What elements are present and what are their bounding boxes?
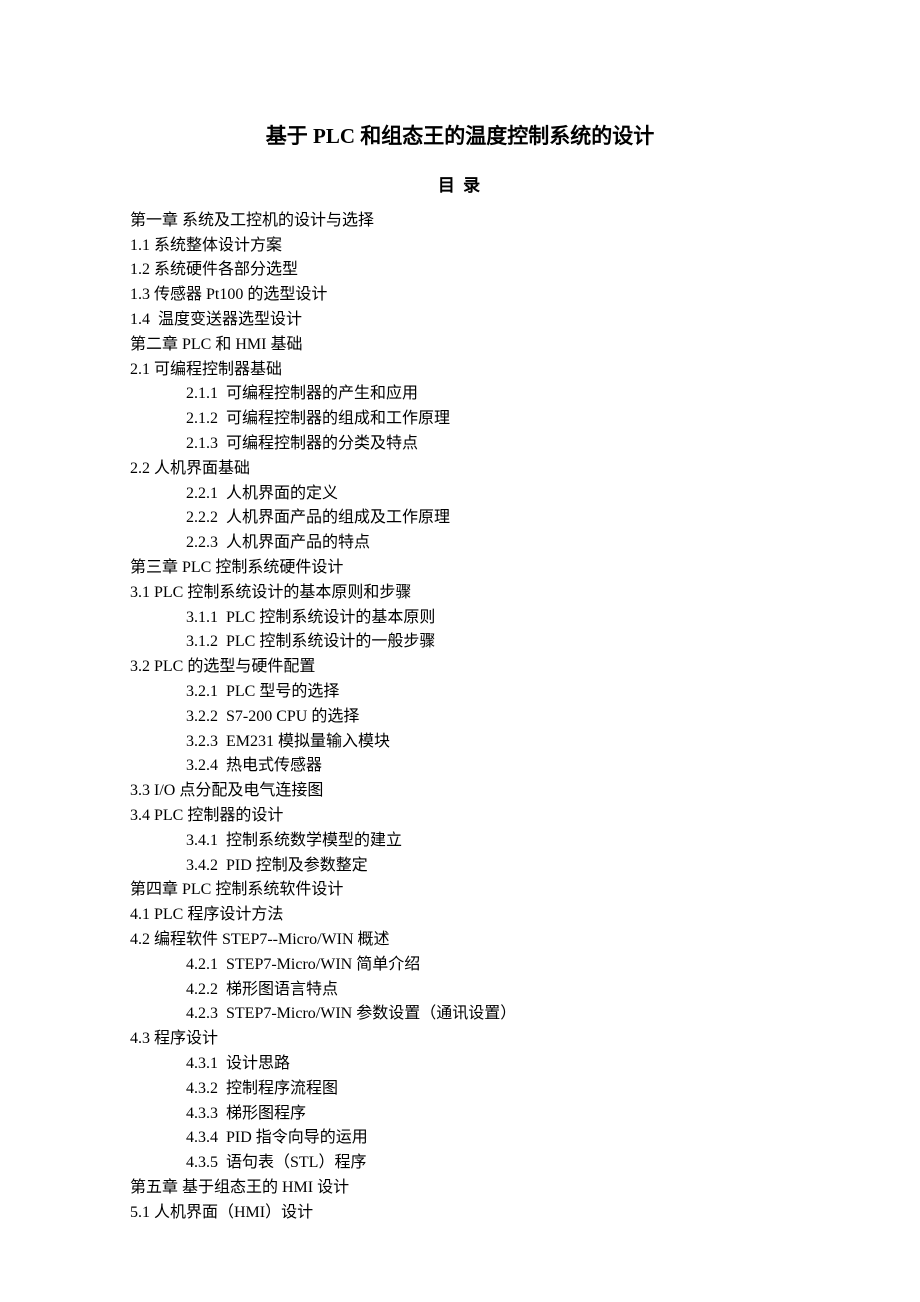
toc-entry: 1.2 系统硬件各部分选型	[130, 258, 790, 283]
toc-entry: 4.3.1 设计思路	[130, 1052, 790, 1077]
toc-entry: 1.3 传感器 Pt100 的选型设计	[130, 283, 790, 308]
toc-entry: 2.2.1 人机界面的定义	[130, 482, 790, 507]
toc-entry: 第四章 PLC 控制系统软件设计	[130, 878, 790, 903]
toc-entry: 4.2 编程软件 STEP7--Micro/WIN 概述	[130, 928, 790, 953]
toc-entry: 3.2 PLC 的选型与硬件配置	[130, 655, 790, 680]
toc-entry: 第二章 PLC 和 HMI 基础	[130, 333, 790, 358]
toc-heading: 目 录	[130, 173, 790, 199]
toc-entry: 4.2.2 梯形图语言特点	[130, 978, 790, 1003]
toc-entry: 4.2.1 STEP7-Micro/WIN 简单介绍	[130, 953, 790, 978]
toc-entry: 2.2 人机界面基础	[130, 457, 790, 482]
toc-entry: 2.1.3 可编程控制器的分类及特点	[130, 432, 790, 457]
toc-entry: 1.4 温度变送器选型设计	[130, 308, 790, 333]
toc-entry: 2.2.2 人机界面产品的组成及工作原理	[130, 506, 790, 531]
toc-entry: 4.2.3 STEP7-Micro/WIN 参数设置（通讯设置）	[130, 1002, 790, 1027]
toc-entry: 3.1 PLC 控制系统设计的基本原则和步骤	[130, 581, 790, 606]
toc-entry: 4.3.5 语句表（STL）程序	[130, 1151, 790, 1176]
toc-entry: 3.2.4 热电式传感器	[130, 754, 790, 779]
toc-entry: 4.3 程序设计	[130, 1027, 790, 1052]
toc-entry: 3.1.2 PLC 控制系统设计的一般步骤	[130, 630, 790, 655]
toc-entry: 2.1.1 可编程控制器的产生和应用	[130, 382, 790, 407]
toc-entry: 3.1.1 PLC 控制系统设计的基本原则	[130, 606, 790, 631]
toc-container: 第一章 系统及工控机的设计与选择1.1 系统整体设计方案1.2 系统硬件各部分选…	[130, 209, 790, 1226]
toc-entry: 4.3.3 梯形图程序	[130, 1102, 790, 1127]
toc-entry: 第五章 基于组态王的 HMI 设计	[130, 1176, 790, 1201]
toc-entry: 4.3.4 PID 指令向导的运用	[130, 1126, 790, 1151]
toc-entry: 3.2.1 PLC 型号的选择	[130, 680, 790, 705]
toc-entry: 3.3 I/O 点分配及电气连接图	[130, 779, 790, 804]
toc-entry: 2.1.2 可编程控制器的组成和工作原理	[130, 407, 790, 432]
toc-entry: 2.2.3 人机界面产品的特点	[130, 531, 790, 556]
toc-entry: 第三章 PLC 控制系统硬件设计	[130, 556, 790, 581]
toc-entry: 3.4.1 控制系统数学模型的建立	[130, 829, 790, 854]
toc-entry: 5.1 人机界面（HMI）设计	[130, 1201, 790, 1226]
toc-entry: 3.2.2 S7-200 CPU 的选择	[130, 705, 790, 730]
toc-entry: 4.3.2 控制程序流程图	[130, 1077, 790, 1102]
toc-entry: 3.4.2 PID 控制及参数整定	[130, 854, 790, 879]
toc-entry: 3.4 PLC 控制器的设计	[130, 804, 790, 829]
toc-entry: 2.1 可编程控制器基础	[130, 358, 790, 383]
toc-entry: 4.1 PLC 程序设计方法	[130, 903, 790, 928]
toc-entry: 1.1 系统整体设计方案	[130, 234, 790, 259]
toc-entry: 3.2.3 EM231 模拟量输入模块	[130, 730, 790, 755]
toc-entry: 第一章 系统及工控机的设计与选择	[130, 209, 790, 234]
document-title: 基于 PLC 和组态王的温度控制系统的设计	[130, 120, 790, 153]
